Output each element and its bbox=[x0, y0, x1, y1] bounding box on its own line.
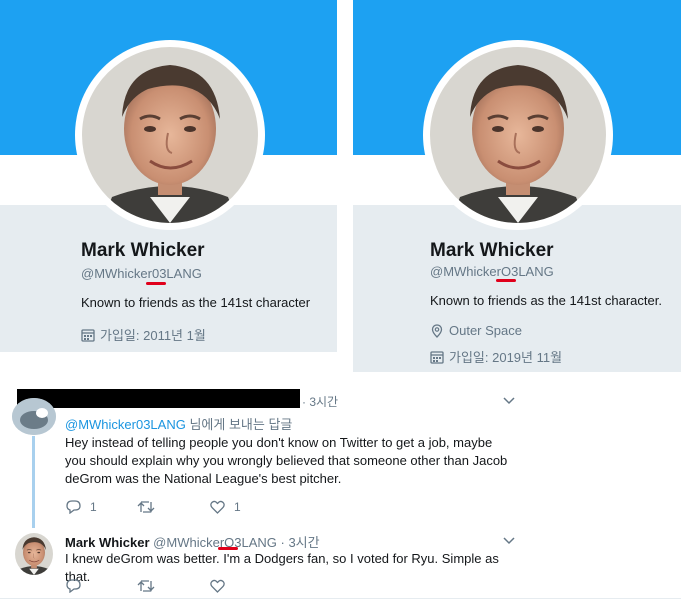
retweet-action[interactable] bbox=[137, 579, 155, 593]
like-icon bbox=[210, 500, 225, 514]
red-underline-annotation bbox=[496, 279, 516, 282]
redacted-username-bar bbox=[17, 389, 300, 408]
reply-action[interactable]: 1 bbox=[66, 500, 97, 514]
retweet-icon bbox=[137, 580, 155, 592]
whicker-tweet-text: I knew deGrom was better. I'm a Dodgers … bbox=[65, 551, 499, 584]
divider bbox=[0, 598, 681, 599]
profile-location: Outer Space bbox=[430, 323, 522, 338]
profile-bio: Known to friends as the 141st character bbox=[81, 295, 311, 310]
like-icon bbox=[210, 579, 225, 593]
calendar-icon bbox=[81, 328, 95, 342]
location-pin-icon bbox=[431, 323, 443, 338]
whicker-avatar[interactable] bbox=[15, 533, 53, 575]
like-count: 1 bbox=[234, 500, 241, 514]
like-action[interactable] bbox=[210, 579, 225, 593]
calendar-icon bbox=[430, 350, 444, 364]
profile-avatar[interactable] bbox=[75, 40, 265, 230]
profile-joined: 가입일: 2011년 1월 bbox=[81, 325, 206, 344]
whicker-tweet-time[interactable]: · 3시간 bbox=[281, 535, 320, 550]
reply-action[interactable] bbox=[66, 579, 81, 593]
chevron-down-icon[interactable] bbox=[503, 537, 515, 545]
retweet-icon bbox=[137, 501, 155, 513]
right-profile-card: Mark Whicker @MWhickerO3LANG Known to fr… bbox=[353, 0, 681, 372]
reply-author-avatar[interactable] bbox=[12, 398, 56, 435]
reply-icon bbox=[66, 579, 81, 593]
red-underline-annotation bbox=[146, 282, 166, 285]
profile-joined: 가입일: 2019년 11월 bbox=[430, 347, 562, 366]
profile-location-label: Outer Space bbox=[449, 323, 522, 338]
profile-avatar[interactable] bbox=[423, 40, 613, 230]
profile-joined-label: 가입일: 2019년 11월 bbox=[449, 350, 563, 365]
reply-to-suffix: 님에게 보내는 답글 bbox=[185, 417, 293, 432]
reply-to-line: @MWhicker03LANG 님에게 보내는 답글 bbox=[65, 414, 292, 433]
reply-tweet-time[interactable]: · 3시간 bbox=[302, 393, 338, 410]
profile-handle[interactable]: @MWhickerO3LANG bbox=[430, 264, 554, 279]
profile-bio: Known to friends as the 141st character. bbox=[430, 293, 662, 308]
reply-icon bbox=[66, 500, 81, 514]
reply-count: 1 bbox=[90, 500, 97, 514]
like-action[interactable]: 1 bbox=[210, 500, 241, 514]
profile-handle[interactable]: @MWhicker03LANG bbox=[81, 266, 202, 281]
whicker-tweet-handle[interactable]: @MWhickerO3LANG bbox=[153, 535, 277, 550]
profile-name: Mark Whicker bbox=[81, 240, 205, 261]
chevron-down-icon[interactable] bbox=[503, 397, 515, 405]
reply-tweet-text: Hey instead of telling people you don't … bbox=[65, 435, 508, 486]
whicker-tweet-name[interactable]: Mark Whicker bbox=[65, 535, 150, 550]
left-profile-card: Mark Whicker @MWhicker03LANG Known to fr… bbox=[0, 0, 337, 352]
reply-to-handle-link[interactable]: @MWhicker03LANG bbox=[65, 417, 186, 432]
profile-joined-label: 가입일: 2011년 1월 bbox=[100, 328, 206, 343]
retweet-action[interactable] bbox=[137, 500, 155, 514]
profile-name: Mark Whicker bbox=[430, 240, 554, 261]
whicker-tweet-header: Mark Whicker @MWhickerO3LANG · 3시간 bbox=[65, 532, 320, 551]
thread-connector-line bbox=[32, 436, 35, 528]
